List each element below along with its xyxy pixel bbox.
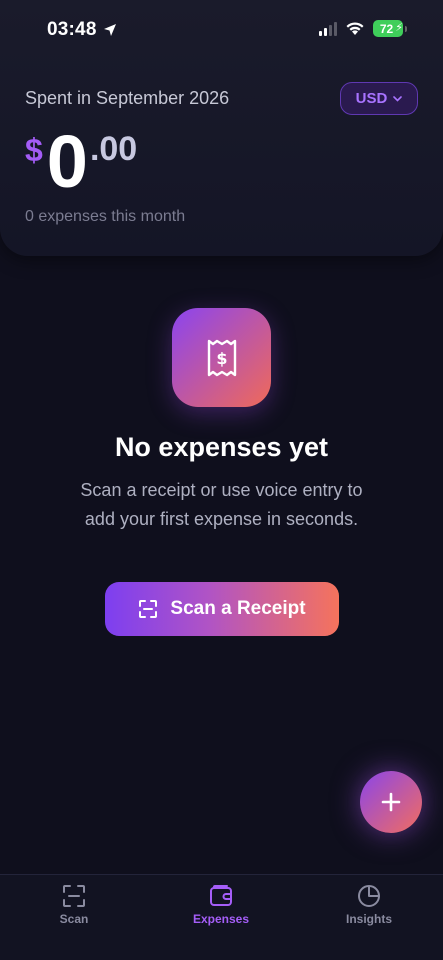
wallet-icon (210, 885, 232, 906)
add-expense-fab[interactable] (360, 771, 422, 833)
amount-integer: 0 (46, 120, 88, 203)
status-time: 03:48 (47, 19, 117, 41)
tab-expenses-label: Expenses (192, 912, 250, 926)
empty-state-title: No expenses yet (114, 432, 329, 462)
tab-expenses[interactable]: Expenses (161, 875, 281, 935)
wifi-icon (346, 22, 364, 35)
currency-selector-button[interactable]: USD (340, 82, 418, 115)
tab-scan-label: Scan (59, 912, 89, 926)
location-arrow-icon (103, 24, 116, 36)
status-bar: 03:48 72 ⚡ (0, 0, 443, 60)
tab-bar: Scan Expenses Insights (0, 874, 443, 960)
receipt-dollar-icon: $ (172, 308, 271, 407)
amount-currency-symbol: $ (25, 132, 43, 168)
battery-indicator: 72 ⚡ (373, 20, 407, 37)
cellular-signal-icon (319, 21, 337, 36)
tab-insights[interactable]: Insights (309, 875, 429, 935)
scan-icon (63, 885, 85, 907)
amount-decimal: .00 (89, 130, 138, 168)
tab-insights-label: Insights (345, 912, 392, 926)
charging-bolt-icon: ⚡ (395, 22, 403, 34)
spent-period-label: Spent in September 2026 (25, 88, 230, 108)
scan-frame-icon (139, 600, 158, 618)
time-text: 03:48 (47, 19, 97, 40)
expenses-count-text: 0 expenses this month (25, 208, 186, 225)
empty-state-description: Scan a receipt or use voice entry to add… (80, 480, 363, 529)
scan-receipt-label: Scan a Receipt (170, 598, 306, 619)
tab-scan[interactable]: Scan (14, 875, 134, 935)
currency-label: USD (355, 90, 388, 107)
battery-level: 72 (379, 21, 394, 36)
svg-text:$: $ (216, 349, 227, 368)
total-amount: $ 0 .00 (25, 120, 138, 203)
scan-receipt-button[interactable]: Scan a Receipt (105, 582, 339, 636)
plus-icon (381, 792, 401, 812)
chevron-down-icon (393, 95, 403, 102)
pie-chart-icon (358, 885, 380, 907)
